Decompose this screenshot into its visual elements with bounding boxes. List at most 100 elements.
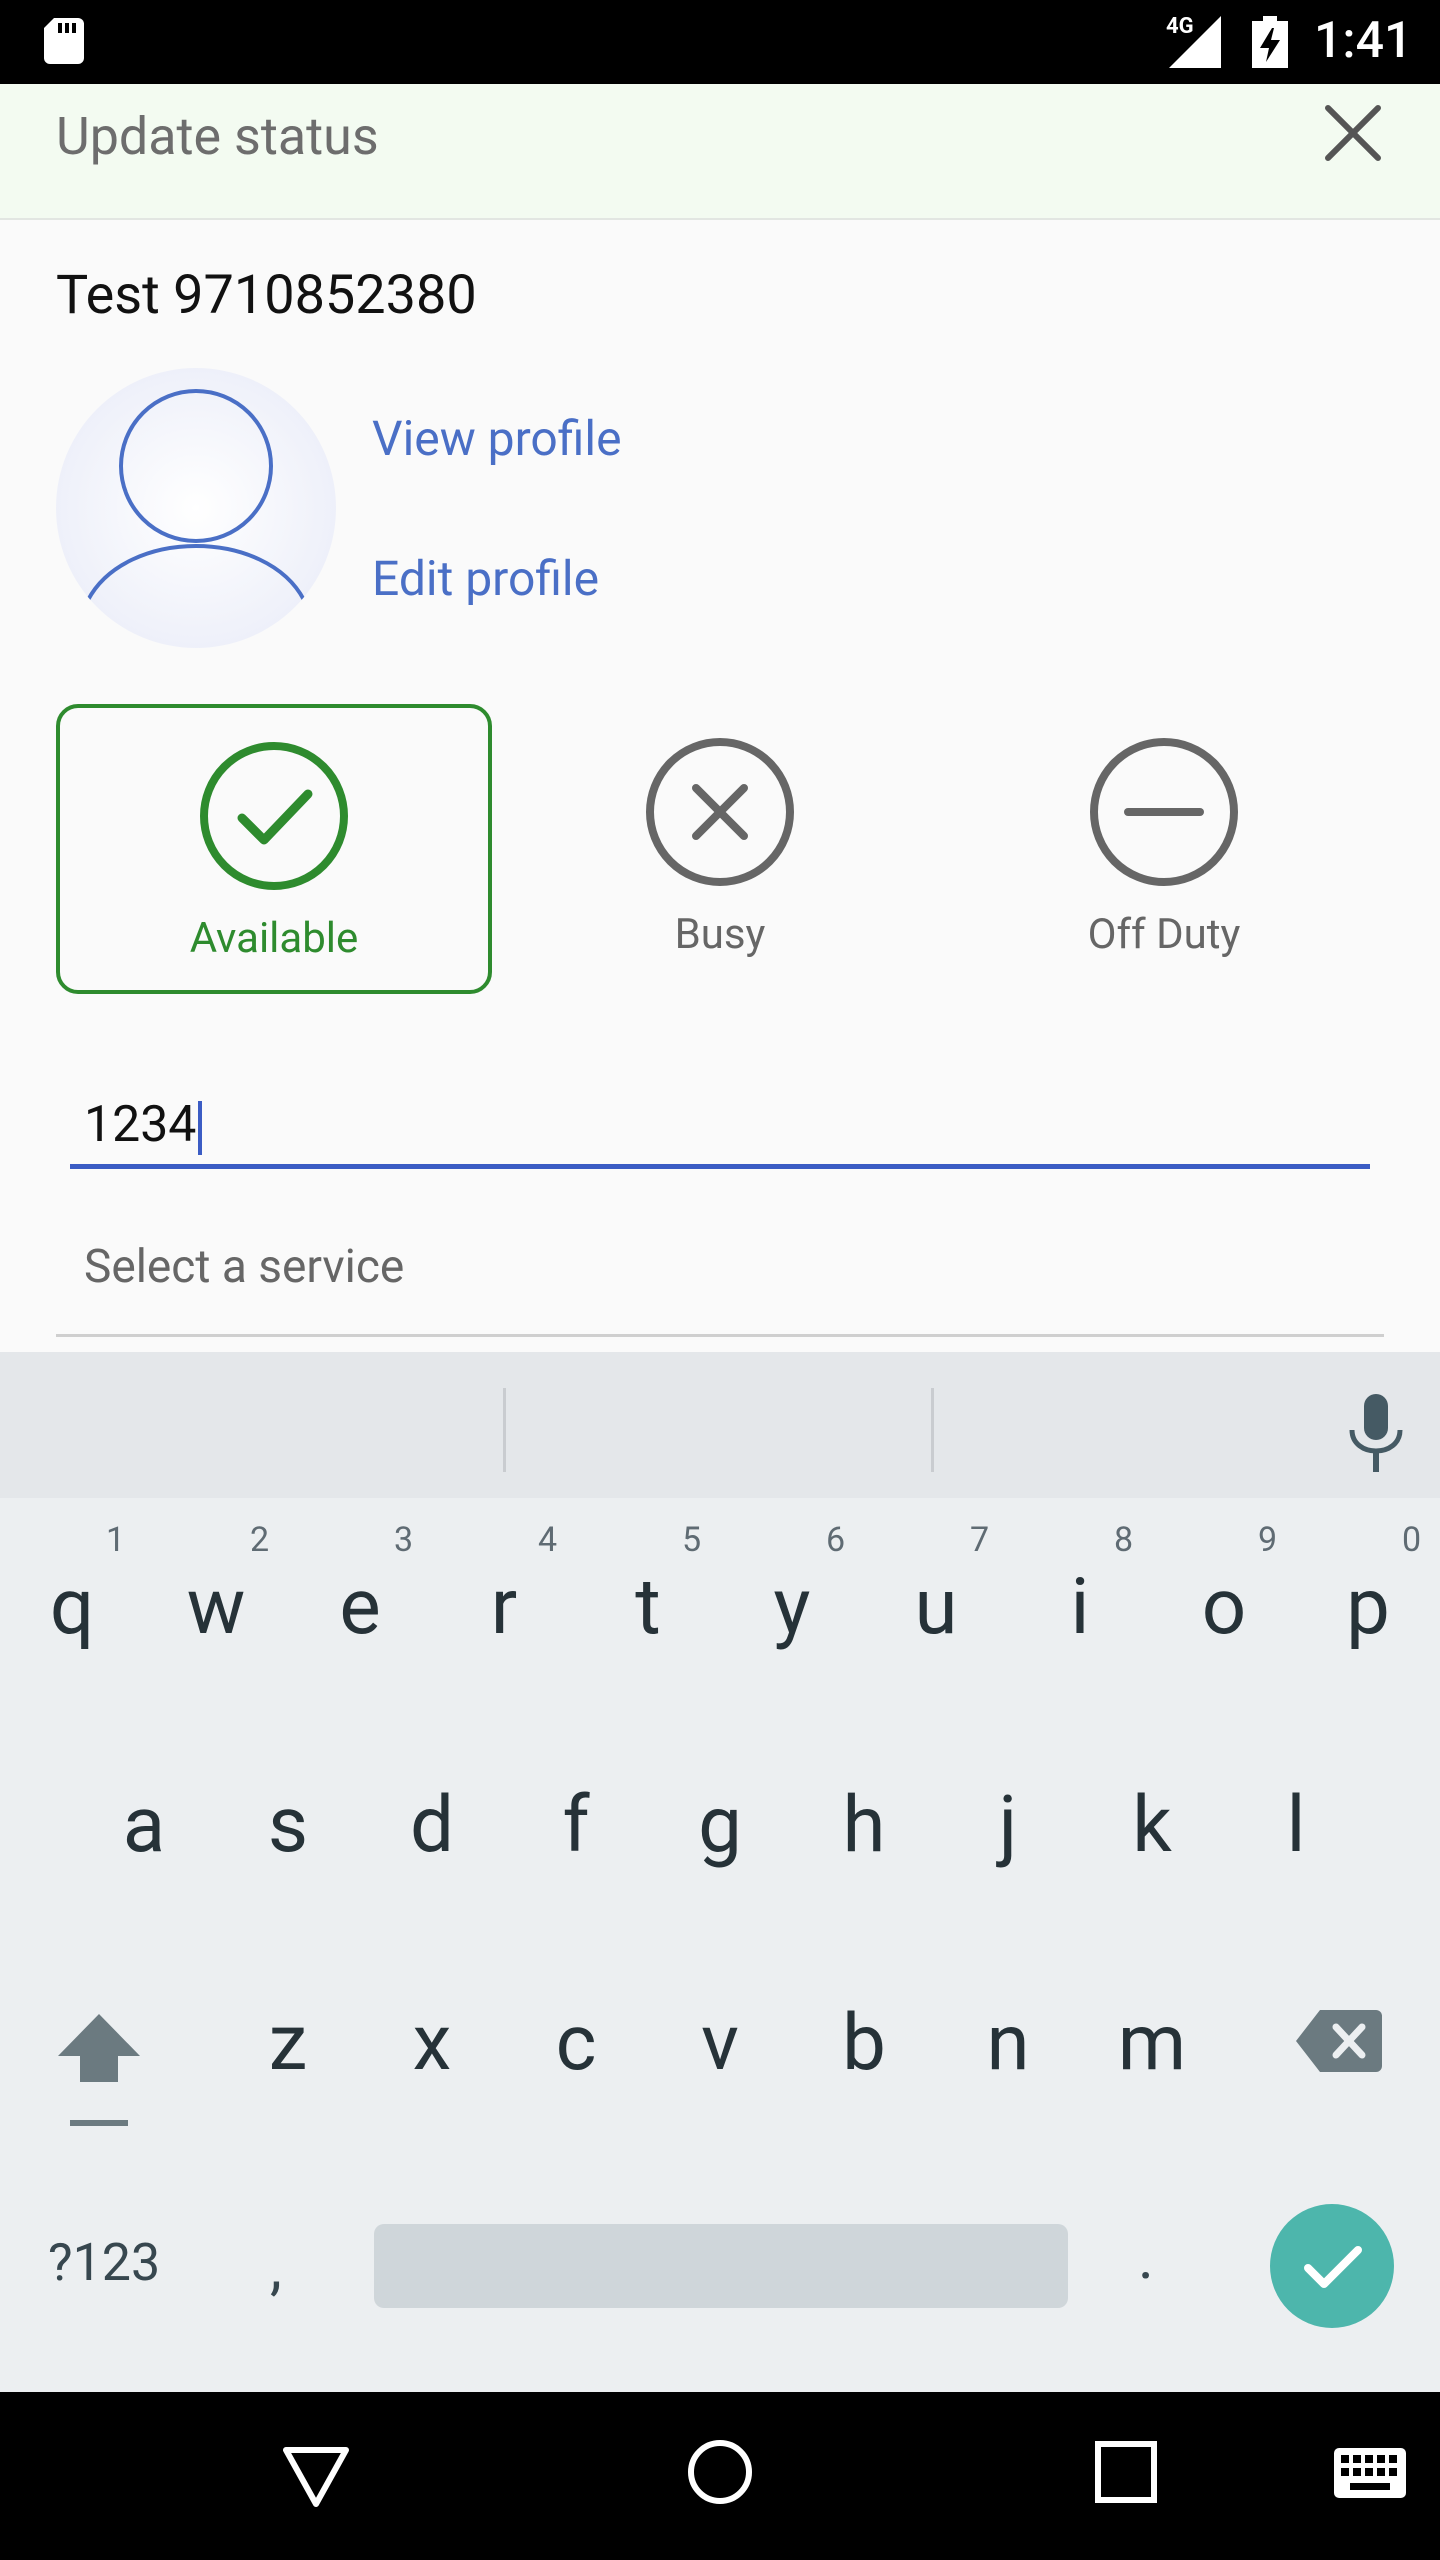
status-note-input[interactable]: 1234 xyxy=(84,1096,203,1155)
key-label: e xyxy=(339,1562,381,1653)
key-hint: 6 xyxy=(826,1520,846,1560)
backspace-icon[interactable] xyxy=(1296,2010,1382,2072)
key-hint: 5 xyxy=(682,1520,702,1560)
key-label: v xyxy=(701,1998,739,2089)
key-m[interactable]: m xyxy=(1080,1998,1224,2089)
status-busy-label: Busy xyxy=(674,910,766,959)
text-cursor xyxy=(198,1100,203,1155)
key-hint: 3 xyxy=(394,1520,414,1560)
key-t[interactable]: t5 xyxy=(576,1520,720,1653)
key-label: w xyxy=(186,1562,246,1653)
key-w[interactable]: w2 xyxy=(144,1520,288,1653)
space-key[interactable] xyxy=(374,2224,1068,2308)
key-label: g xyxy=(698,1780,742,1871)
suggestion-strip xyxy=(0,1352,1440,1498)
key-hint: 2 xyxy=(250,1520,270,1560)
key-label: m xyxy=(1117,1998,1187,2089)
key-label: x xyxy=(412,1998,452,2089)
key-x[interactable]: x xyxy=(360,1998,504,2089)
key-label: y xyxy=(773,1562,811,1653)
period-key[interactable]: . xyxy=(1138,2222,1154,2293)
view-profile-link[interactable]: View profile xyxy=(372,410,622,467)
clock: 1:41 xyxy=(1314,12,1413,70)
key-label: i xyxy=(1070,1562,1090,1653)
key-label: h xyxy=(842,1780,886,1871)
key-label: q xyxy=(49,1562,95,1653)
keyboard-switch-icon[interactable] xyxy=(1334,2448,1406,2498)
suggestion-divider xyxy=(931,1388,934,1472)
key-label: d xyxy=(410,1780,454,1871)
key-label: t xyxy=(635,1562,661,1653)
key-r[interactable]: r4 xyxy=(432,1520,576,1653)
dialog-title: Update status xyxy=(56,106,379,167)
key-label: a xyxy=(122,1780,166,1871)
suggestion-divider xyxy=(503,1388,506,1472)
key-s[interactable]: s xyxy=(216,1780,360,1871)
user-name: Test 9710852380 xyxy=(56,264,477,327)
key-k[interactable]: k xyxy=(1080,1780,1224,1871)
status-available-option[interactable]: Available xyxy=(56,704,492,994)
key-g[interactable]: g xyxy=(648,1780,792,1871)
signal-icon xyxy=(1169,16,1221,68)
key-label: c xyxy=(555,1998,597,2089)
close-icon[interactable] xyxy=(1318,98,1388,168)
key-u[interactable]: u7 xyxy=(864,1520,1008,1653)
comma-key[interactable]: , xyxy=(270,2232,282,2303)
key-y[interactable]: y6 xyxy=(720,1520,864,1653)
key-v[interactable]: v xyxy=(648,1998,792,2089)
key-q[interactable]: q1 xyxy=(0,1520,144,1653)
key-f[interactable]: f xyxy=(504,1780,648,1871)
person-icon xyxy=(86,389,306,601)
key-label: s xyxy=(267,1780,309,1871)
status-off-duty-label: Off Duty xyxy=(1087,910,1241,959)
back-triangle-icon[interactable] xyxy=(280,2440,352,2512)
key-label: l xyxy=(1286,1780,1306,1871)
key-label: b xyxy=(842,1998,886,2089)
home-circle-icon[interactable] xyxy=(686,2438,754,2506)
key-hint: 0 xyxy=(1402,1520,1422,1560)
microphone-icon[interactable] xyxy=(1344,1394,1408,1472)
key-l[interactable]: l xyxy=(1224,1780,1368,1871)
key-label: p xyxy=(1346,1562,1390,1653)
key-p[interactable]: p0 xyxy=(1296,1520,1440,1653)
key-label: z xyxy=(268,1998,308,2089)
battery-charging-icon xyxy=(1252,16,1288,68)
check-icon xyxy=(1304,2246,1362,2288)
key-i[interactable]: i8 xyxy=(1008,1520,1152,1653)
status-busy-option[interactable]: Busy xyxy=(502,704,938,994)
key-label: u xyxy=(914,1562,958,1653)
key-label: j xyxy=(998,1780,1018,1871)
key-label: f xyxy=(562,1780,590,1871)
enter-key[interactable] xyxy=(1270,2204,1394,2328)
dialog-header: Update status xyxy=(0,84,1440,220)
key-label: k xyxy=(1132,1780,1172,1871)
status-available-label: Available xyxy=(189,914,359,963)
key-hint: 1 xyxy=(106,1520,126,1560)
key-hint: 7 xyxy=(970,1520,990,1560)
minus-circle-icon xyxy=(1090,738,1238,886)
key-d[interactable]: d xyxy=(360,1780,504,1871)
key-o[interactable]: o9 xyxy=(1152,1520,1296,1653)
status-off-duty-option[interactable]: Off Duty xyxy=(946,704,1382,994)
key-b[interactable]: b xyxy=(792,1998,936,2089)
symbols-key[interactable]: ?123 xyxy=(48,2232,160,2293)
key-z[interactable]: z xyxy=(216,1998,360,2089)
key-j[interactable]: j xyxy=(936,1780,1080,1871)
key-a[interactable]: a xyxy=(72,1780,216,1871)
service-select[interactable]: Select a service xyxy=(84,1240,404,1294)
key-h[interactable]: h xyxy=(792,1780,936,1871)
recents-square-icon[interactable] xyxy=(1094,2440,1158,2504)
avatar xyxy=(56,368,336,648)
key-n[interactable]: n xyxy=(936,1998,1080,2089)
key-e[interactable]: e3 xyxy=(288,1520,432,1653)
x-circle-icon xyxy=(646,738,794,886)
status-bar: 4G 1:41 xyxy=(0,0,1440,84)
key-c[interactable]: c xyxy=(504,1998,648,2089)
key-hint: 8 xyxy=(1114,1520,1134,1560)
edit-profile-link[interactable]: Edit profile xyxy=(372,550,599,607)
key-hint: 9 xyxy=(1258,1520,1278,1560)
input-value: 1234 xyxy=(84,1096,197,1154)
shift-key-icon[interactable] xyxy=(56,2010,142,2128)
key-label: n xyxy=(986,1998,1030,2089)
key-hint: 4 xyxy=(538,1520,558,1560)
